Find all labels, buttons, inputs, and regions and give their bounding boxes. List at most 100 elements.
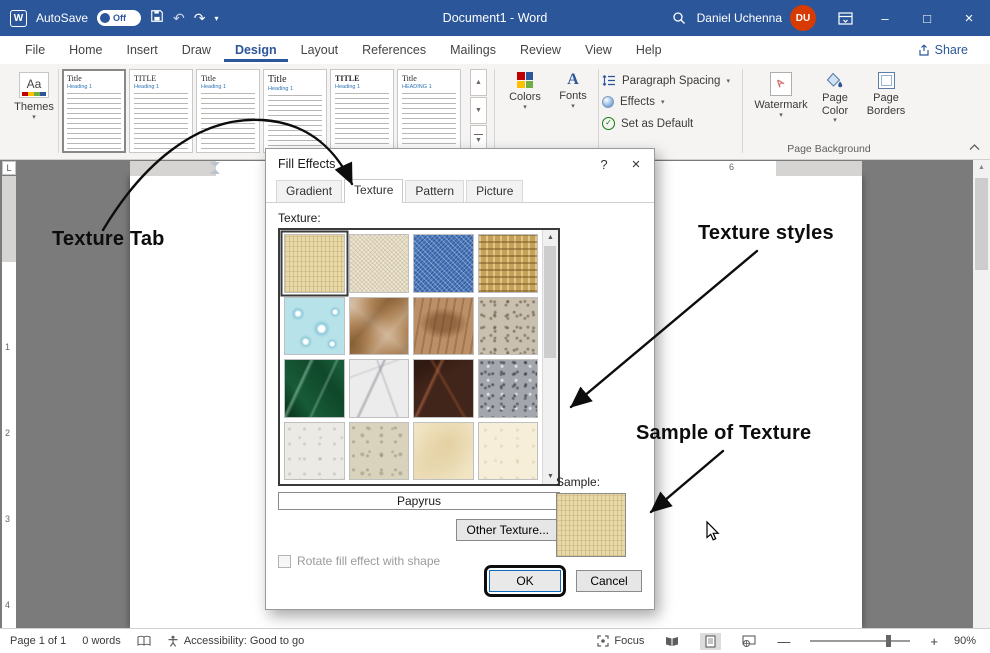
- ok-button[interactable]: OK: [489, 570, 561, 592]
- page-borders-button[interactable]: Page Borders: [862, 72, 910, 117]
- scroll-up-icon[interactable]: ▲: [543, 230, 558, 245]
- texture-swatch-green-marble[interactable]: [284, 359, 345, 418]
- scroll-up-icon[interactable]: ▲: [973, 160, 990, 171]
- themes-button[interactable]: Aa Themes ▾: [8, 72, 60, 122]
- style-set-card[interactable]: TITLE Heading 1: [129, 69, 193, 153]
- style-set-card[interactable]: Title Heading 1: [196, 69, 260, 153]
- search-icon[interactable]: [661, 0, 697, 36]
- tab-stop-selector[interactable]: L: [2, 161, 16, 175]
- ribbon-display-options-icon[interactable]: [826, 0, 864, 36]
- vertical-ruler[interactable]: 1234: [2, 176, 16, 628]
- tab-layout[interactable]: Layout: [290, 38, 350, 62]
- quick-access-toolbar: W AutoSave Off ↶ ↷ ▾: [0, 9, 219, 28]
- texture-swatch-brown-marble[interactable]: [413, 359, 474, 418]
- texture-swatch-woven-mat[interactable]: [478, 234, 539, 293]
- gallery-scroll-up-icon[interactable]: ▲: [470, 69, 487, 96]
- dialog-tab-gradient[interactable]: Gradient: [276, 180, 342, 202]
- texture-image-papyrus: [284, 234, 345, 293]
- word-app-icon[interactable]: W: [10, 10, 27, 27]
- texture-swatch-canvas[interactable]: [349, 234, 410, 293]
- scrollbar-track[interactable]: [543, 245, 558, 469]
- texture-swatch-denim[interactable]: [413, 234, 474, 293]
- avatar[interactable]: DU: [790, 5, 816, 31]
- rotate-fill-checkbox[interactable]: [278, 555, 291, 568]
- web-layout-button[interactable]: [737, 633, 761, 649]
- undo-icon[interactable]: ↶: [173, 11, 185, 25]
- tab-design[interactable]: Design: [224, 38, 288, 62]
- accessibility-status[interactable]: Accessibility: Good to go: [167, 635, 304, 647]
- document-scrollbar[interactable]: ▲: [973, 160, 990, 628]
- first-line-indent-marker[interactable]: [210, 162, 220, 167]
- close-button[interactable]: ×: [948, 0, 990, 36]
- redo-icon[interactable]: ↷: [194, 11, 206, 25]
- zoom-slider-thumb[interactable]: [886, 635, 891, 647]
- scrollbar-thumb[interactable]: [975, 178, 988, 270]
- save-icon[interactable]: [150, 9, 164, 28]
- watermark-button[interactable]: A Watermark ▾: [752, 72, 810, 120]
- tab-review[interactable]: Review: [509, 38, 572, 62]
- zoom-out-button[interactable]: —: [777, 634, 790, 649]
- texture-swatch-recycled-paper[interactable]: [349, 422, 410, 481]
- collapse-ribbon-icon[interactable]: [969, 138, 980, 156]
- proofing-icon[interactable]: [137, 635, 151, 647]
- fonts-button[interactable]: A Fonts ▾: [552, 72, 594, 111]
- dialog-tab-pattern[interactable]: Pattern: [405, 180, 464, 202]
- tab-file[interactable]: File: [14, 38, 56, 62]
- dialog-help-icon[interactable]: ?: [588, 157, 620, 172]
- set-as-default-button[interactable]: ✓ Set as Default: [602, 117, 730, 130]
- tab-mailings[interactable]: Mailings: [439, 38, 507, 62]
- effects-button[interactable]: Effects ▾: [602, 96, 730, 108]
- texture-swatch-parchment[interactable]: [413, 422, 474, 481]
- texture-swatch-fish-fossil[interactable]: [413, 297, 474, 356]
- cancel-button[interactable]: Cancel: [576, 570, 642, 592]
- texture-swatch-newsprint[interactable]: [284, 422, 345, 481]
- page-indicator[interactable]: Page 1 of 1: [10, 635, 66, 647]
- zoom-slider[interactable]: [810, 640, 910, 642]
- dialog-title-bar[interactable]: Fill Effects ? ×: [266, 149, 654, 179]
- customize-qat-chevron-icon[interactable]: ▾: [215, 14, 219, 23]
- style-set-card[interactable]: Title Heading 1: [62, 69, 126, 153]
- style-set-card[interactable]: Title HEADING 1: [397, 69, 461, 153]
- tab-references[interactable]: References: [351, 38, 437, 62]
- minimize-button[interactable]: –: [864, 0, 906, 36]
- share-button[interactable]: Share: [910, 40, 976, 60]
- tab-home[interactable]: Home: [58, 38, 113, 62]
- user-name[interactable]: Daniel Uchenna: [697, 11, 782, 25]
- texture-swatch-papyrus[interactable]: [284, 234, 345, 293]
- dialog-tab-picture[interactable]: Picture: [466, 180, 523, 202]
- texture-swatch-stationery[interactable]: [478, 422, 539, 481]
- tab-insert[interactable]: Insert: [116, 38, 169, 62]
- texture-swatch-water-droplets[interactable]: [284, 297, 345, 356]
- dialog-close-icon[interactable]: ×: [620, 156, 652, 173]
- autosave-toggle[interactable]: Off: [97, 10, 141, 26]
- texture-swatch-granite[interactable]: [478, 359, 539, 418]
- zoom-in-button[interactable]: +: [930, 634, 938, 649]
- style-set-card[interactable]: Title Heading 1: [263, 69, 327, 153]
- indent-markers[interactable]: [210, 162, 220, 175]
- texture-swatch-sand[interactable]: [478, 297, 539, 356]
- gallery-scroll-down-icon[interactable]: ▼: [470, 97, 487, 124]
- texture-swatch-paper-bag[interactable]: [349, 297, 410, 356]
- themes-icon: Aa: [19, 72, 49, 98]
- other-texture-button[interactable]: Other Texture...: [456, 519, 560, 541]
- maximize-button[interactable]: □: [906, 0, 948, 36]
- dialog-body: Texture: ▲ ▼ Papyrus Other Texture... Ro…: [266, 203, 654, 609]
- page-color-button[interactable]: Page Color ▾: [812, 72, 858, 125]
- colors-button[interactable]: Colors ▾: [502, 72, 548, 112]
- scrollbar-thumb[interactable]: [544, 246, 556, 358]
- print-layout-button[interactable]: [700, 633, 721, 650]
- style-set-card[interactable]: TITLE Heading 1: [330, 69, 394, 153]
- paragraph-spacing-button[interactable]: Paragraph Spacing ▾: [602, 74, 730, 87]
- word-count[interactable]: 0 words: [82, 635, 121, 647]
- focus-mode-button[interactable]: Focus: [597, 635, 644, 647]
- texture-swatch-white-marble[interactable]: [349, 359, 410, 418]
- tab-draw[interactable]: Draw: [171, 38, 222, 62]
- hanging-indent-marker[interactable]: [210, 169, 220, 174]
- dialog-tab-texture[interactable]: Texture: [344, 179, 403, 203]
- tab-view[interactable]: View: [574, 38, 623, 62]
- tab-help[interactable]: Help: [625, 38, 673, 62]
- zoom-level[interactable]: 90%: [954, 635, 976, 647]
- watermark-icon: A: [770, 72, 792, 96]
- texture-grid-scrollbar[interactable]: ▲ ▼: [542, 230, 558, 484]
- read-mode-button[interactable]: [660, 633, 684, 649]
